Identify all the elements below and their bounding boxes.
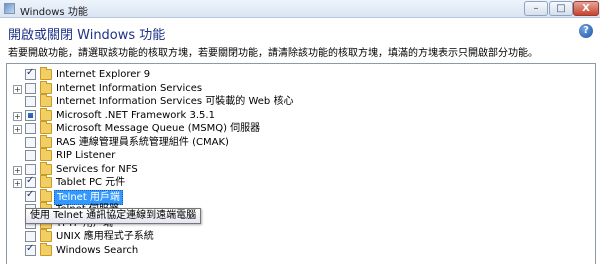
folder-icon <box>40 134 52 148</box>
feature-row[interactable]: RIP Listener <box>7 148 595 162</box>
feature-label[interactable]: RIP Listener <box>56 149 115 162</box>
feature-row[interactable]: Internet Explorer 9 <box>7 67 595 81</box>
feature-checkbox[interactable] <box>25 82 36 94</box>
feature-row[interactable]: + Microsoft Message Queue (MSMQ) 伺服器 <box>7 121 595 135</box>
instructions-text: 若要開啟功能，請選取該功能的核取方塊，若要關閉功能，請清除該功能的核取方塊，填滿… <box>8 48 538 59</box>
feature-label[interactable]: Windows Search <box>56 244 138 257</box>
folder-icon <box>40 175 52 188</box>
feature-checkbox[interactable] <box>25 189 36 202</box>
feature-label[interactable]: Microsoft Message Queue (MSMQ) 伺服器 <box>56 122 260 135</box>
title-bar: Windows 功能 – □ X <box>0 0 600 18</box>
feature-label[interactable]: Internet Information Services <box>56 82 202 95</box>
folder-icon <box>40 94 52 107</box>
feature-checkbox[interactable] <box>25 243 36 256</box>
feature-checkbox[interactable] <box>25 109 36 121</box>
folder-icon <box>40 188 52 202</box>
folder-icon <box>40 161 52 175</box>
feature-row[interactable]: + Microsoft .NET Framework 3.5.1 <box>7 107 595 122</box>
feature-label[interactable]: Microsoft .NET Framework 3.5.1 <box>56 109 215 122</box>
windows-features-icon <box>4 3 15 14</box>
feature-row[interactable]: Telnet 用戶端 <box>7 188 595 205</box>
feature-checkbox[interactable] <box>25 163 36 175</box>
feature-label[interactable]: Services for NFS <box>56 163 138 176</box>
feature-row[interactable]: + Tablet PC 元件 <box>7 175 595 189</box>
help-icon[interactable]: ? <box>579 24 593 38</box>
feature-checkbox[interactable] <box>25 150 36 161</box>
expand-icon[interactable]: + <box>13 165 22 175</box>
feature-checkbox[interactable] <box>25 231 36 242</box>
feature-label[interactable]: UNIX 應用程式子系統 <box>56 230 154 243</box>
folder-icon <box>40 67 52 80</box>
feature-row[interactable]: UNIX 應用程式子系統 <box>7 229 595 243</box>
folder-icon <box>40 121 52 134</box>
features-tree[interactable]: Internet Explorer 9 + Internet Information… <box>6 63 596 264</box>
feature-row[interactable]: + Internet Information Services <box>7 80 595 95</box>
close-button[interactable]: X <box>573 1 599 16</box>
expand-icon[interactable]: + <box>13 84 22 94</box>
feature-checkbox[interactable] <box>25 67 36 80</box>
feature-label[interactable]: RAS 連線管理員系統管理組件 (CMAK) <box>56 136 229 149</box>
feature-tooltip: 使用 Telnet 通訊協定連線到遠端電腦 <box>25 208 202 224</box>
expand-icon[interactable]: + <box>13 179 22 188</box>
folder-icon <box>40 229 52 242</box>
folder-icon <box>40 80 52 94</box>
feature-checkbox[interactable] <box>25 96 36 107</box>
feature-row[interactable]: RAS 連線管理員系統管理組件 (CMAK) <box>7 134 595 149</box>
expand-icon[interactable]: + <box>13 111 22 121</box>
folder-icon <box>40 107 52 121</box>
feature-label[interactable]: Internet Information Services 可裝載的 Web 核… <box>56 95 293 108</box>
maximize-button[interactable]: □ <box>549 1 573 16</box>
window-title: Windows 功能 <box>20 7 88 18</box>
feature-label[interactable]: Tablet PC 元件 <box>56 176 125 189</box>
feature-checkbox[interactable] <box>25 136 36 148</box>
folder-icon <box>40 242 52 256</box>
minimize-button[interactable]: – <box>524 1 548 16</box>
page-title: 開啟或關閉 Windows 功能 <box>8 28 166 43</box>
feature-row[interactable]: Windows Search <box>7 242 595 257</box>
feature-row[interactable]: Internet Information Services 可裝載的 Web 核… <box>7 94 595 108</box>
feature-checkbox[interactable] <box>25 175 36 188</box>
feature-row[interactable]: + Services for NFS <box>7 161 595 176</box>
feature-checkbox[interactable] <box>25 123 36 134</box>
feature-label[interactable]: Internet Explorer 9 <box>56 68 150 81</box>
folder-icon <box>40 148 52 161</box>
expand-icon[interactable]: + <box>13 125 22 134</box>
